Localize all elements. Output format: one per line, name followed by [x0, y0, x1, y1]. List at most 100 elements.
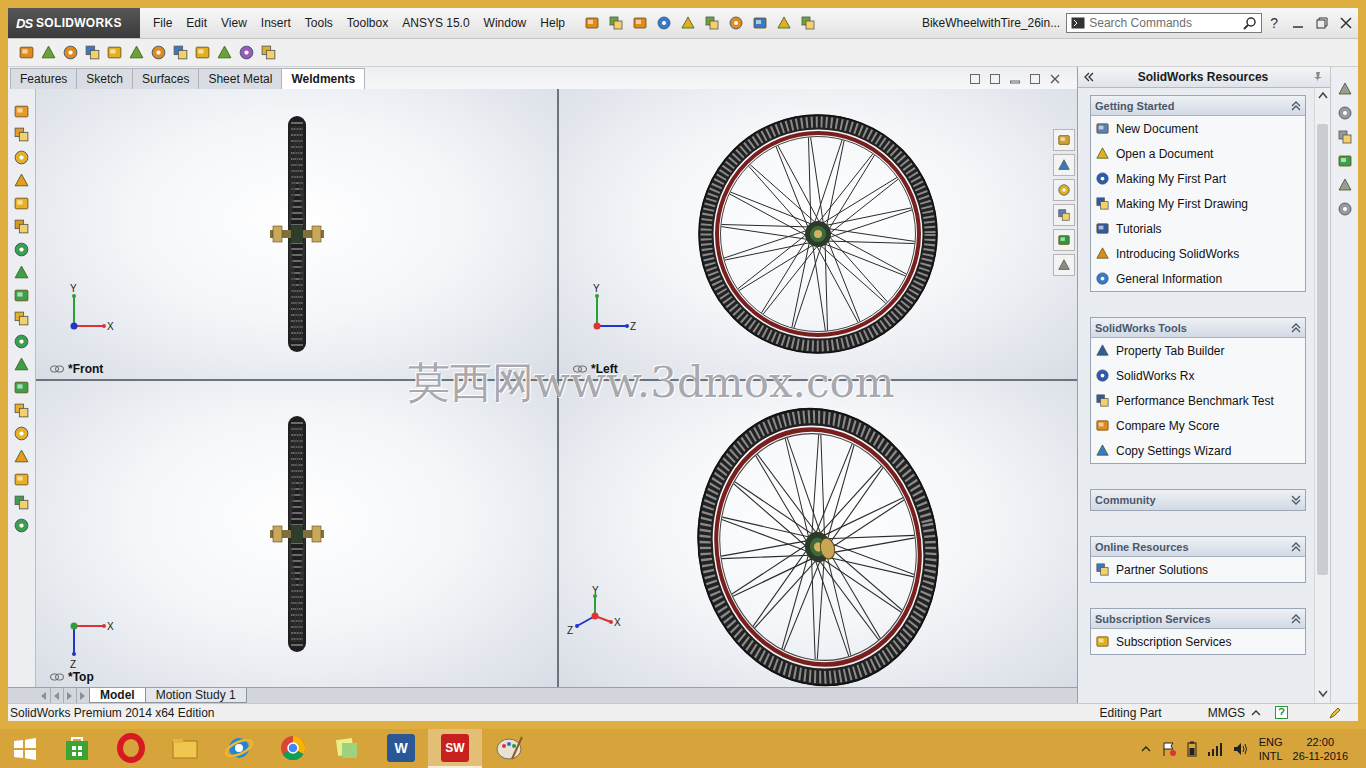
menu-item[interactable]: ANSYS 15.0: [395, 14, 476, 32]
heads-up-button[interactable]: [1053, 229, 1075, 251]
heads-up-icon[interactable]: [1057, 208, 1071, 222]
tool-icon[interactable]: [13, 333, 30, 350]
resource-link[interactable]: Copy Settings Wizard: [1091, 438, 1305, 463]
tool-icon[interactable]: [13, 517, 30, 534]
resource-link[interactable]: Subscription Services: [1091, 629, 1305, 654]
close-icon[interactable]: [1340, 17, 1352, 29]
input-language[interactable]: ENGINTL: [1259, 735, 1283, 763]
tool-icon[interactable]: [13, 425, 30, 442]
viewport-pane[interactable]: XZ*Top: [36, 381, 557, 687]
resource-link[interactable]: Compare My Score: [1091, 413, 1305, 438]
scroll-down-icon[interactable]: [1317, 685, 1329, 703]
viewport-control-icon[interactable]: [1009, 73, 1021, 85]
tool-icon[interactable]: [13, 356, 30, 373]
command-icon[interactable]: [172, 44, 189, 61]
taskbar-app[interactable]: [482, 729, 536, 768]
tool-icon[interactable]: [13, 402, 30, 419]
quick-tool-icon[interactable]: [656, 15, 672, 31]
wheel-model[interactable]: [559, 89, 1077, 379]
taskbar-app[interactable]: [104, 729, 158, 768]
task-tab-icon[interactable]: [1337, 201, 1353, 217]
heads-up-icon[interactable]: [1057, 183, 1071, 197]
wheel-model[interactable]: [559, 381, 1077, 687]
resource-link[interactable]: General Information: [1091, 266, 1305, 291]
menu-item[interactable]: Insert: [254, 14, 298, 32]
minimize-icon[interactable]: [1292, 17, 1304, 29]
quick-tool-icon[interactable]: [584, 15, 600, 31]
resource-link[interactable]: Partner Solutions: [1091, 557, 1305, 582]
tool-icon[interactable]: [13, 287, 30, 304]
app-logo[interactable]: DSSOLIDWORKS: [8, 8, 140, 38]
model-tab[interactable]: Model: [89, 688, 146, 703]
units-text[interactable]: MMGS: [1202, 706, 1251, 720]
tool-icon[interactable]: [13, 471, 30, 488]
quick-tool-icon[interactable]: [608, 15, 624, 31]
tool-icon[interactable]: [13, 172, 30, 189]
model-tab[interactable]: Motion Study 1: [145, 688, 247, 703]
taskbar-app[interactable]: W: [374, 729, 428, 768]
resource-link[interactable]: Making My First Part: [1091, 166, 1305, 191]
magnifier-icon[interactable]: [1243, 16, 1257, 30]
tab-nav-button[interactable]: [64, 688, 77, 703]
scroll-up-icon[interactable]: [1317, 88, 1329, 104]
section-header[interactable]: Subscription Services: [1091, 609, 1305, 629]
tray-expand-icon[interactable]: [1141, 744, 1151, 754]
resource-link[interactable]: New Document: [1091, 116, 1305, 141]
resource-link[interactable]: Making My First Drawing: [1091, 191, 1305, 216]
command-tab[interactable]: Sheet Metal: [198, 68, 282, 89]
tab-nav-button[interactable]: [51, 688, 64, 703]
command-icon[interactable]: [128, 44, 145, 61]
menu-item[interactable]: Window: [477, 14, 534, 32]
resource-link[interactable]: Performance Benchmark Test: [1091, 388, 1305, 413]
help-button[interactable]: ?: [1268, 15, 1280, 31]
section-header[interactable]: Online Resources: [1091, 537, 1305, 557]
section-header[interactable]: SolidWorks Tools: [1091, 318, 1305, 338]
battery-icon[interactable]: [1187, 741, 1197, 757]
menu-item[interactable]: File: [146, 14, 179, 32]
command-tab[interactable]: Surfaces: [132, 68, 199, 89]
command-tab[interactable]: Sketch: [76, 68, 133, 89]
search-field[interactable]: Search Commands: [1066, 13, 1262, 33]
task-tab-icon[interactable]: [1337, 129, 1353, 145]
volume-icon[interactable]: [1233, 742, 1249, 756]
tool-icon[interactable]: [13, 103, 30, 120]
command-icon[interactable]: [150, 44, 167, 61]
collapse-chevron-icon[interactable]: [1291, 614, 1301, 624]
menu-item[interactable]: Toolbox: [340, 14, 395, 32]
expand-chevron-icon[interactable]: [1291, 495, 1301, 505]
command-icon[interactable]: [62, 44, 79, 61]
units-caret-icon[interactable]: [1251, 708, 1261, 718]
tool-icon[interactable]: [13, 494, 30, 511]
heads-up-button[interactable]: [1053, 179, 1075, 201]
wheel-model[interactable]: [36, 381, 557, 687]
taskbar-app[interactable]: [266, 729, 320, 768]
task-tab-icon[interactable]: [1337, 153, 1353, 169]
section-header[interactable]: Getting Started: [1091, 96, 1305, 116]
tool-icon[interactable]: [13, 310, 30, 327]
command-tab[interactable]: Weldments: [281, 68, 365, 89]
start-button[interactable]: [0, 729, 50, 768]
viewport-control-icon[interactable]: [969, 73, 981, 85]
quick-tool-icon[interactable]: [728, 15, 744, 31]
command-icon[interactable]: [84, 44, 101, 61]
heads-up-button[interactable]: [1053, 204, 1075, 226]
menu-item[interactable]: Tools: [298, 14, 340, 32]
taskbar-app[interactable]: [320, 729, 374, 768]
task-pane-scrollbar[interactable]: [1314, 88, 1330, 703]
heads-up-icon[interactable]: [1057, 133, 1071, 147]
quick-tool-icon[interactable]: [776, 15, 792, 31]
viewport-pane[interactable]: YX*Front: [36, 89, 557, 379]
quick-tips-icon[interactable]: [1275, 706, 1288, 719]
collapse-chevron-icon[interactable]: [1291, 323, 1301, 333]
resource-link[interactable]: SolidWorks Rx: [1091, 363, 1305, 388]
viewport-control-icon[interactable]: [1049, 73, 1061, 85]
menu-item[interactable]: Edit: [179, 14, 214, 32]
command-icon[interactable]: [260, 44, 277, 61]
taskbar-app[interactable]: [50, 729, 104, 768]
restore-icon[interactable]: [1316, 17, 1328, 29]
tool-icon[interactable]: [13, 448, 30, 465]
command-icon[interactable]: [40, 44, 57, 61]
tool-icon[interactable]: [13, 195, 30, 212]
tool-icon[interactable]: [13, 264, 30, 281]
command-tab[interactable]: Features: [10, 68, 77, 89]
